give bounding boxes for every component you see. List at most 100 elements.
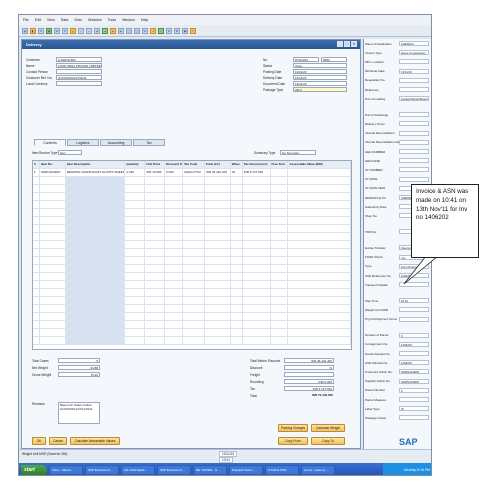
mail-icon[interactable]: ✉ (38, 27, 44, 34)
taskbar-item[interactable]: SAP Business O... (85, 465, 119, 475)
find-icon[interactable]: ⌕ (78, 27, 84, 34)
header-value[interactable]: GCDN4/SS1/27/2011 (56, 75, 102, 80)
taskbar-item[interactable]: SAP Business O... (157, 465, 191, 475)
header-value[interactable] (56, 69, 102, 74)
summary-type-select[interactable]: No Summary (280, 150, 316, 155)
next-icon[interactable]: ▸ (110, 27, 116, 34)
table-cell[interactable]: INR 19.480 (145, 169, 166, 176)
udf-value[interactable] (399, 176, 429, 182)
tab-contents[interactable]: Contents (34, 139, 66, 146)
udf-value[interactable] (399, 112, 429, 118)
tab-logistics[interactable]: Logistics (67, 139, 99, 146)
menu-item-file[interactable]: File (23, 18, 29, 22)
menu-item-window[interactable]: Window (122, 18, 135, 22)
doc-value[interactable]: 13/11/23 (293, 75, 347, 80)
doc-value[interactable]: DTN1234 (293, 57, 319, 62)
column-header[interactable]: Tax Code (183, 161, 205, 168)
taskbar-item[interactable]: 6/7/2011 PDF... (265, 465, 299, 475)
item-service-type-select[interactable]: Item (58, 150, 82, 155)
doc-value[interactable]: 13/11/23 (293, 81, 347, 86)
tab-tax[interactable]: Tax (133, 139, 165, 146)
add-icon[interactable]: + (86, 27, 92, 34)
footer-value[interactable]: 64.88 (58, 365, 100, 370)
table-cell[interactable]: 01 (231, 169, 243, 176)
sort-icon[interactable]: ⇅ (166, 27, 172, 34)
udf-value[interactable]: NHRN1234HP (399, 378, 429, 384)
menu-item-help[interactable]: Help (141, 18, 148, 22)
column-header[interactable]: Whse (231, 161, 243, 168)
close-icon[interactable]: × (351, 41, 357, 47)
table-row[interactable] (33, 241, 351, 249)
maximize-icon[interactable]: □ (344, 41, 350, 47)
udf-value[interactable] (399, 397, 429, 402)
table-row[interactable] (33, 297, 351, 305)
table-row[interactable] (33, 185, 351, 193)
prev-icon[interactable]: ◂ (102, 27, 108, 34)
table-row[interactable] (33, 337, 351, 345)
taskbar-item[interactable]: Home - www.so... (301, 465, 335, 475)
column-header[interactable]: Free Text (271, 161, 289, 168)
table-row[interactable] (33, 193, 351, 201)
table-row[interactable] (33, 209, 351, 217)
preview-icon[interactable]: ◧ (30, 27, 36, 34)
first-icon[interactable]: |◂ (94, 27, 100, 34)
footer-value[interactable]: 6 (58, 358, 100, 363)
table-cell[interactable]: INR 46,442.400 (205, 169, 231, 176)
header-value[interactable]: C-DEFS1MG (56, 57, 102, 62)
header-value[interactable] (56, 81, 102, 86)
udf-value[interactable] (399, 130, 429, 136)
udf-value[interactable] (399, 307, 429, 313)
udf-value[interactable] (399, 59, 429, 65)
column-header[interactable]: # (33, 161, 40, 168)
pdf-icon[interactable]: P (62, 27, 68, 34)
taskbar-item[interactable]: CR-OCE Statid... (121, 465, 155, 475)
tab-accounting[interactable]: Accounting (100, 139, 132, 146)
print-icon[interactable]: ▤ (22, 27, 28, 34)
udf-value[interactable] (399, 158, 429, 164)
udf-value[interactable] (399, 121, 429, 127)
taskbar-item[interactable]: RE: SUPER - G... (193, 465, 227, 475)
table-cell[interactable]: 1,360 (125, 169, 146, 176)
doc-value[interactable]: OE 2 (293, 87, 347, 92)
table-row[interactable] (33, 265, 351, 273)
udf-value[interactable]: Home Consumption (399, 50, 429, 56)
udf-value[interactable]: 10:41 (399, 298, 429, 304)
excel-icon[interactable]: ▦ (46, 27, 52, 34)
table-row[interactable] (33, 289, 351, 297)
udf-value[interactable] (399, 316, 429, 322)
table-row[interactable] (33, 201, 351, 209)
calculate-assessable-values-button[interactable]: Calculate Assessable Values (70, 437, 120, 445)
udf-value[interactable] (399, 77, 429, 83)
lock-icon[interactable]: 🔒 (70, 27, 76, 34)
taskbar-item[interactable]: Dispatch Subm... (229, 465, 263, 475)
table-row[interactable] (33, 321, 351, 329)
start-button[interactable]: start (21, 464, 47, 475)
ok-button[interactable]: OK (32, 437, 46, 445)
target-doc-icon[interactable]: ◲ (134, 27, 140, 34)
column-header[interactable]: Assessable Value (INR) (288, 161, 351, 168)
table-cell[interactable]: 1 (33, 169, 40, 176)
calculate-weight-button[interactable]: Calculate Weight (311, 424, 345, 432)
packing-charges-button[interactable]: Packing Charges (278, 424, 308, 432)
udf-value[interactable]: CHENNAI (399, 41, 429, 46)
menu-item-modules[interactable]: Modules (88, 18, 102, 22)
column-header[interactable]: Discount % (165, 161, 184, 168)
header-value[interactable]: FOAD INDIA PRIVATE LIMITED (56, 63, 102, 68)
table-row[interactable] (33, 177, 351, 185)
taskbar-item[interactable]: Inbox - Micros... (49, 465, 83, 475)
menu-item-goto[interactable]: Goto (74, 18, 82, 22)
column-header[interactable]: Total (LC) (205, 161, 231, 168)
udf-value[interactable] (399, 87, 429, 92)
udf-value[interactable]: 6 (399, 332, 429, 338)
column-header[interactable]: Tax Amount (LC) (243, 161, 271, 168)
gross-profit-icon[interactable]: % (142, 27, 148, 34)
table-row[interactable] (33, 273, 351, 281)
udf-value[interactable]: 13/11/23 (399, 68, 429, 74)
table-cell[interactable] (271, 169, 289, 176)
menu-item-edit[interactable]: Edit (35, 18, 41, 22)
doc-number[interactable]: 6582 (321, 57, 347, 62)
table-row[interactable] (33, 249, 351, 257)
udf-value[interactable] (399, 149, 429, 154)
filter-icon[interactable]: ▽ (158, 27, 164, 34)
table-cell[interactable]: 0.000 (165, 169, 184, 176)
